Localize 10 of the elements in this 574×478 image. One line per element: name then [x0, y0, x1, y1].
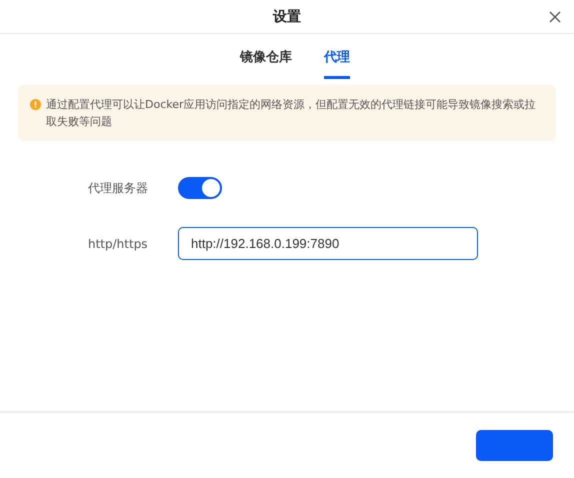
window-title: 设置 — [273, 8, 301, 26]
warning-icon — [30, 99, 41, 110]
toggle-switch[interactable] — [178, 177, 222, 199]
field-label: 代理服务器 — [88, 180, 149, 196]
url-input-field[interactable]: http://192.168.0.199:7890 — [178, 227, 478, 260]
notice-text: 通过配置代理可以让Docker应用访问指定的网络资源，但配置无效的代理链接可能导致镜像搜索或拉取失败等问题 — [46, 97, 537, 130]
field-label: http/https — [88, 236, 149, 250]
tab[interactable]: 代理 — [324, 48, 350, 79]
tab[interactable]: 镜像仓库 — [240, 48, 292, 79]
close-icon[interactable] — [549, 11, 561, 23]
